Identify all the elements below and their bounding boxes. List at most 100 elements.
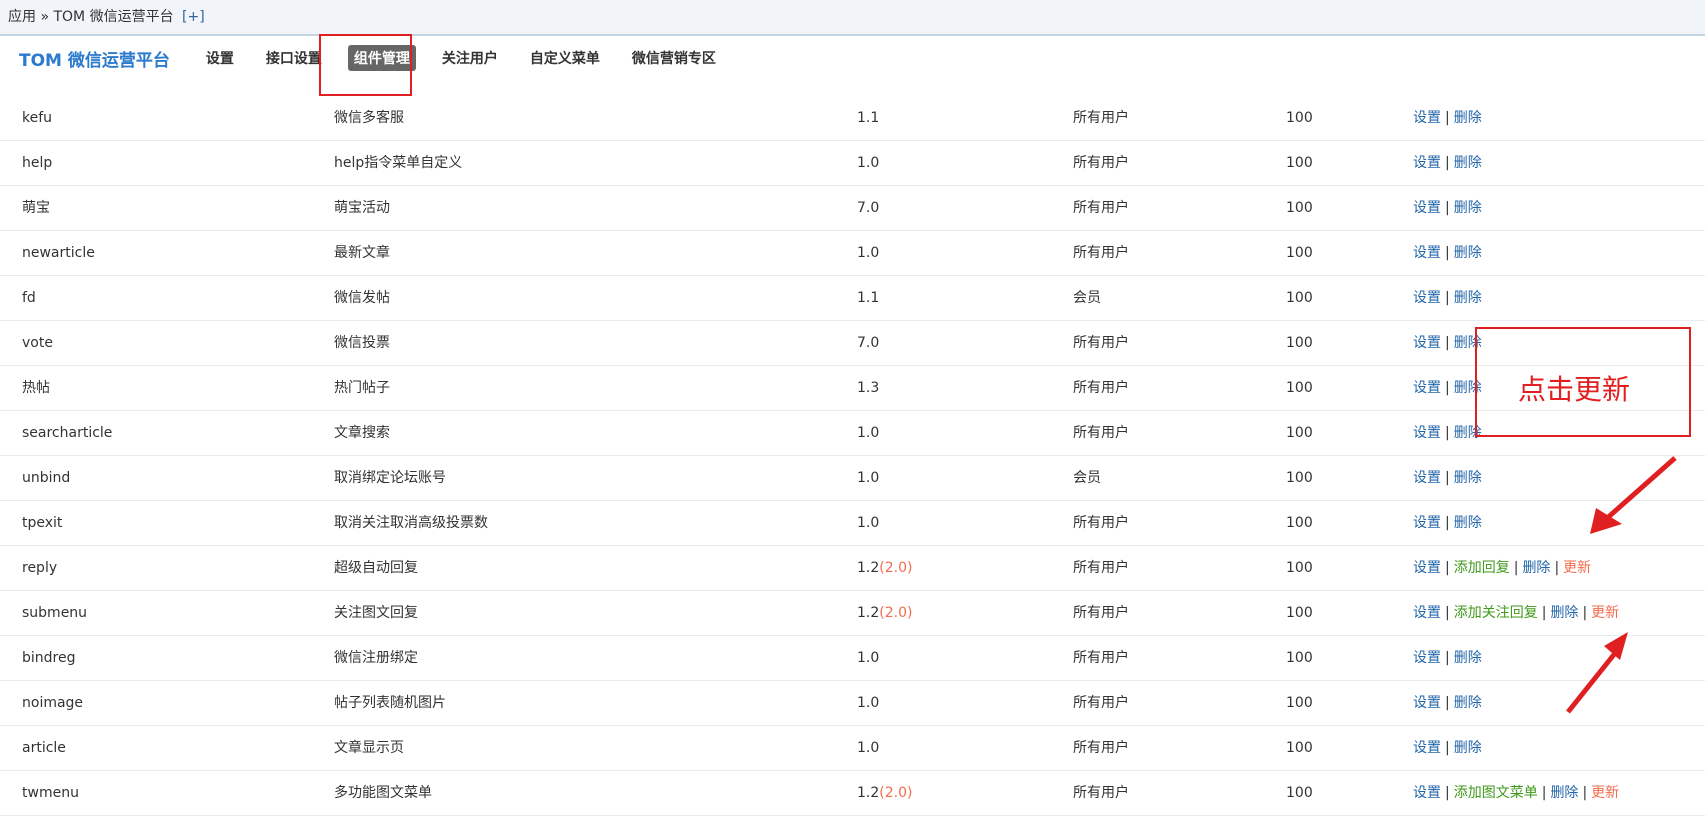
table-row: article 文章显示页 1.0 所有用户 100 设置 | 删除 — [0, 726, 1705, 771]
component-id: bindreg — [22, 650, 76, 666]
settings-link[interactable]: 设置 — [1413, 380, 1441, 396]
settings-link[interactable]: 设置 — [1413, 425, 1441, 441]
row-actions: 设置 | 删除 — [1413, 636, 1482, 680]
tab-custom-menu[interactable]: 自定义菜单 — [524, 45, 606, 71]
delete-link[interactable]: 删除 — [1550, 605, 1578, 621]
delete-link[interactable]: 删除 — [1454, 740, 1482, 756]
row-actions: 设置 | 删除 — [1413, 186, 1482, 230]
component-version: 1.2(2.0) — [857, 771, 912, 815]
settings-link[interactable]: 设置 — [1413, 740, 1441, 756]
action-separator: | — [1445, 470, 1450, 486]
component-role: 所有用户 — [1073, 110, 1129, 126]
component-order: 100 — [1286, 110, 1313, 126]
settings-link[interactable]: 设置 — [1413, 335, 1441, 351]
delete-link[interactable]: 删除 — [1454, 515, 1482, 531]
settings-link[interactable]: 设置 — [1413, 290, 1441, 306]
platform-title[interactable]: TOM 微信运营平台 — [19, 46, 170, 71]
settings-link[interactable]: 设置 — [1413, 650, 1441, 666]
component-id: vote — [22, 335, 53, 351]
action-separator: | — [1445, 110, 1450, 126]
component-role: 所有用户 — [1073, 515, 1129, 531]
update-link[interactable]: 更新 — [1591, 605, 1619, 621]
table-row: fd 微信发帖 1.1 会员 100 设置 | 删除 — [0, 276, 1705, 321]
row-actions: 设置 | 添加图文菜单 | 删除 | 更新 — [1413, 771, 1619, 815]
table-row: unbind 取消绑定论坛账号 1.0 会员 100 设置 | 删除 — [0, 456, 1705, 501]
version-update: (2.0) — [879, 560, 913, 576]
component-role: 所有用户 — [1073, 380, 1129, 396]
component-name: 微信多客服 — [334, 110, 404, 126]
add-link[interactable]: 添加回复 — [1454, 560, 1510, 576]
action-separator: | — [1582, 785, 1588, 801]
delete-link[interactable]: 删除 — [1522, 560, 1550, 576]
add-link[interactable]: 添加关注回复 — [1454, 605, 1538, 621]
component-version: 1.0 — [857, 411, 879, 455]
component-order: 100 — [1286, 380, 1313, 396]
component-role: 会员 — [1073, 290, 1101, 306]
component-name: 帖子列表随机图片 — [334, 695, 446, 711]
tab-settings[interactable]: 设置 — [200, 45, 240, 71]
component-order: 100 — [1286, 650, 1313, 666]
update-link[interactable]: 更新 — [1591, 785, 1619, 801]
component-version: 1.0 — [857, 501, 879, 545]
action-separator: | — [1445, 245, 1450, 261]
update-link[interactable]: 更新 — [1563, 560, 1591, 576]
tab-api-settings[interactable]: 接口设置 — [260, 45, 328, 71]
component-id: twmenu — [22, 785, 79, 801]
delete-link[interactable]: 删除 — [1454, 245, 1482, 261]
component-version: 1.0 — [857, 636, 879, 680]
add-link[interactable]: 添加图文菜单 — [1454, 785, 1538, 801]
delete-link[interactable]: 删除 — [1454, 290, 1482, 306]
settings-link[interactable]: 设置 — [1413, 245, 1441, 261]
version-current: 1.2 — [857, 605, 880, 621]
settings-link[interactable]: 设置 — [1413, 695, 1441, 711]
component-role: 所有用户 — [1073, 740, 1129, 756]
row-actions: 设置 | 删除 — [1413, 141, 1482, 185]
component-version: 1.2(2.0) — [857, 546, 912, 590]
component-id: newarticle — [22, 245, 95, 261]
component-version: 1.3 — [857, 366, 879, 410]
settings-link[interactable]: 设置 — [1413, 785, 1441, 801]
component-name: 微信注册绑定 — [334, 650, 418, 666]
component-id: fd — [22, 290, 36, 306]
row-actions: 设置 | 删除 — [1413, 276, 1482, 320]
settings-link[interactable]: 设置 — [1413, 560, 1441, 576]
table-row: vote 微信投票 7.0 所有用户 100 设置 | 删除 — [0, 321, 1705, 366]
delete-link[interactable]: 删除 — [1454, 200, 1482, 216]
breadcrumb-app[interactable]: 应用 — [8, 9, 36, 25]
component-role: 所有用户 — [1073, 605, 1129, 621]
tab-followers[interactable]: 关注用户 — [436, 45, 504, 71]
delete-link[interactable]: 删除 — [1454, 155, 1482, 171]
settings-link[interactable]: 设置 — [1413, 200, 1441, 216]
component-role: 所有用户 — [1073, 560, 1129, 576]
breadcrumb-add-button[interactable]: [+] — [182, 9, 205, 25]
version-current: 1.3 — [857, 380, 880, 396]
delete-link[interactable]: 删除 — [1454, 470, 1482, 486]
settings-link[interactable]: 设置 — [1413, 605, 1441, 621]
tab-marketing-zone[interactable]: 微信营销专区 — [626, 45, 722, 71]
table-row: help help指令菜单自定义 1.0 所有用户 100 设置 | 删除 — [0, 141, 1705, 186]
arrow-icon — [1566, 632, 1628, 714]
row-actions: 设置 | 删除 — [1413, 366, 1482, 410]
settings-link[interactable]: 设置 — [1413, 155, 1441, 171]
table-row: tpexit 取消关注取消高级投票数 1.0 所有用户 100 设置 | 删除 — [0, 501, 1705, 546]
settings-link[interactable]: 设置 — [1413, 110, 1441, 126]
action-separator: | — [1445, 650, 1450, 666]
component-order: 100 — [1286, 470, 1313, 486]
table-row: submenu 关注图文回复 1.2(2.0) 所有用户 100 设置 | 添加关注回复 | 删除… — [0, 591, 1705, 636]
component-version: 1.0 — [857, 681, 879, 725]
component-name: 热门帖子 — [334, 380, 390, 396]
delete-link[interactable]: 删除 — [1454, 650, 1482, 666]
settings-link[interactable]: 设置 — [1413, 515, 1441, 531]
component-version: 1.0 — [857, 726, 879, 770]
delete-link[interactable]: 删除 — [1454, 110, 1482, 126]
settings-link[interactable]: 设置 — [1413, 470, 1441, 486]
delete-link[interactable]: 删除 — [1550, 785, 1578, 801]
row-actions: 设置 | 删除 — [1413, 231, 1482, 275]
component-name: 取消绑定论坛账号 — [334, 470, 446, 486]
breadcrumb-platform[interactable]: TOM 微信运营平台 — [53, 9, 173, 25]
row-actions: 设置 | 删除 — [1413, 501, 1482, 545]
delete-link[interactable]: 删除 — [1454, 695, 1482, 711]
component-order: 100 — [1286, 245, 1313, 261]
component-order: 100 — [1286, 290, 1313, 306]
row-actions: 设置 | 删除 — [1413, 681, 1482, 725]
